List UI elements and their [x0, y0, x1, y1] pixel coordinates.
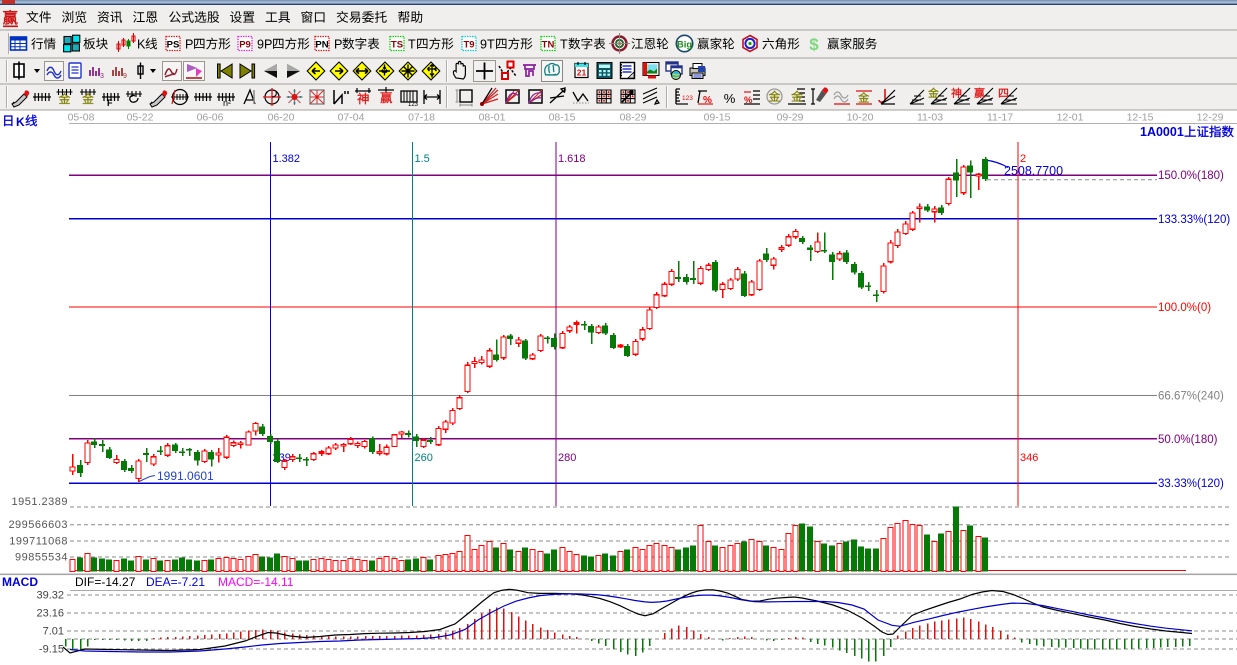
svg-text:39.32: 39.32 [36, 590, 64, 602]
svg-text:10-20: 10-20 [847, 112, 874, 124]
svg-text:Big: Big [677, 40, 693, 51]
svg-text:150.0%(180): 150.0%(180) [1158, 170, 1224, 182]
svg-text:9P: 9P [257, 38, 272, 52]
svg-text:50.0%(180): 50.0%(180) [1158, 434, 1218, 446]
svg-text:P: P [185, 38, 193, 52]
svg-text:1991.0601: 1991.0601 [157, 469, 214, 483]
svg-text:PN: PN [315, 39, 328, 50]
svg-text:199711068: 199711068 [9, 536, 68, 548]
svg-text:K: K [16, 115, 25, 129]
svg-text:3: 3 [100, 73, 104, 80]
svg-text:11-17: 11-17 [987, 112, 1013, 124]
svg-text:1.382: 1.382 [273, 153, 301, 165]
svg-text:08-01: 08-01 [479, 112, 506, 124]
svg-text:08-15: 08-15 [549, 112, 576, 124]
svg-text:12-29: 12-29 [1197, 112, 1224, 124]
svg-text:299566603: 299566603 [8, 519, 68, 531]
svg-text:07-18: 07-18 [408, 112, 435, 124]
svg-text:09-15: 09-15 [704, 112, 731, 124]
svg-text:100.0%(0): 100.0%(0) [1158, 302, 1211, 314]
svg-text:MACD: MACD [2, 575, 38, 589]
svg-text:260: 260 [415, 452, 433, 464]
svg-text:23.16: 23.16 [36, 608, 64, 620]
svg-text:PS: PS [167, 39, 180, 50]
svg-text:1.5: 1.5 [415, 153, 430, 165]
svg-text:06-20: 06-20 [268, 112, 295, 124]
svg-text:MACD=-14.11: MACD=-14.11 [218, 575, 294, 589]
svg-text:123: 123 [682, 95, 693, 102]
svg-text:DIF=-14.27: DIF=-14.27 [75, 575, 136, 589]
svg-text:9: 9 [123, 73, 127, 80]
svg-text:2508.7700: 2508.7700 [1004, 164, 1063, 178]
svg-text:7.01: 7.01 [43, 626, 64, 638]
svg-text:-9.15: -9.15 [39, 644, 64, 656]
svg-text:T9: T9 [463, 39, 474, 50]
svg-text:133.33%(120): 133.33%(120) [1158, 214, 1230, 226]
svg-text:TN: TN [542, 39, 555, 50]
svg-text:06-06: 06-06 [197, 112, 224, 124]
svg-text:12-01: 12-01 [1057, 112, 1084, 124]
svg-text:12-15: 12-15 [1127, 112, 1154, 124]
svg-text:66.67%(240): 66.67%(240) [1158, 391, 1224, 403]
svg-text:P9: P9 [239, 39, 251, 50]
svg-text:99855534: 99855534 [15, 552, 68, 564]
svg-text:1A0001: 1A0001 [1140, 125, 1184, 139]
svg-text:P: P [334, 38, 342, 52]
svg-text:n²: n² [223, 98, 231, 108]
svg-text:F: F [107, 98, 113, 108]
svg-text:%: % [724, 91, 736, 106]
svg-text:11-03: 11-03 [917, 112, 943, 124]
svg-text:346: 346 [1020, 452, 1038, 464]
svg-text:280: 280 [558, 452, 576, 464]
svg-text:09-29: 09-29 [777, 112, 804, 124]
svg-text:TS: TS [391, 39, 403, 50]
svg-text:K: K [137, 38, 146, 52]
svg-text:$: $ [809, 35, 819, 54]
svg-text:05-22: 05-22 [127, 112, 154, 124]
svg-text:05-08: 05-08 [68, 112, 95, 124]
svg-text:33.33%(120): 33.33%(120) [1158, 478, 1224, 490]
svg-text:T: T [408, 38, 416, 52]
svg-text:9T: 9T [480, 38, 495, 52]
svg-text:123: 123 [408, 102, 419, 108]
svg-text:DEA=-7.21: DEA=-7.21 [146, 575, 205, 589]
svg-text:T: T [560, 38, 568, 52]
svg-text:07-04: 07-04 [338, 112, 365, 124]
svg-text:1951.2389: 1951.2389 [12, 496, 69, 508]
svg-text:1.618: 1.618 [558, 153, 586, 165]
svg-text:08-29: 08-29 [620, 112, 647, 124]
svg-text:21: 21 [577, 68, 587, 78]
